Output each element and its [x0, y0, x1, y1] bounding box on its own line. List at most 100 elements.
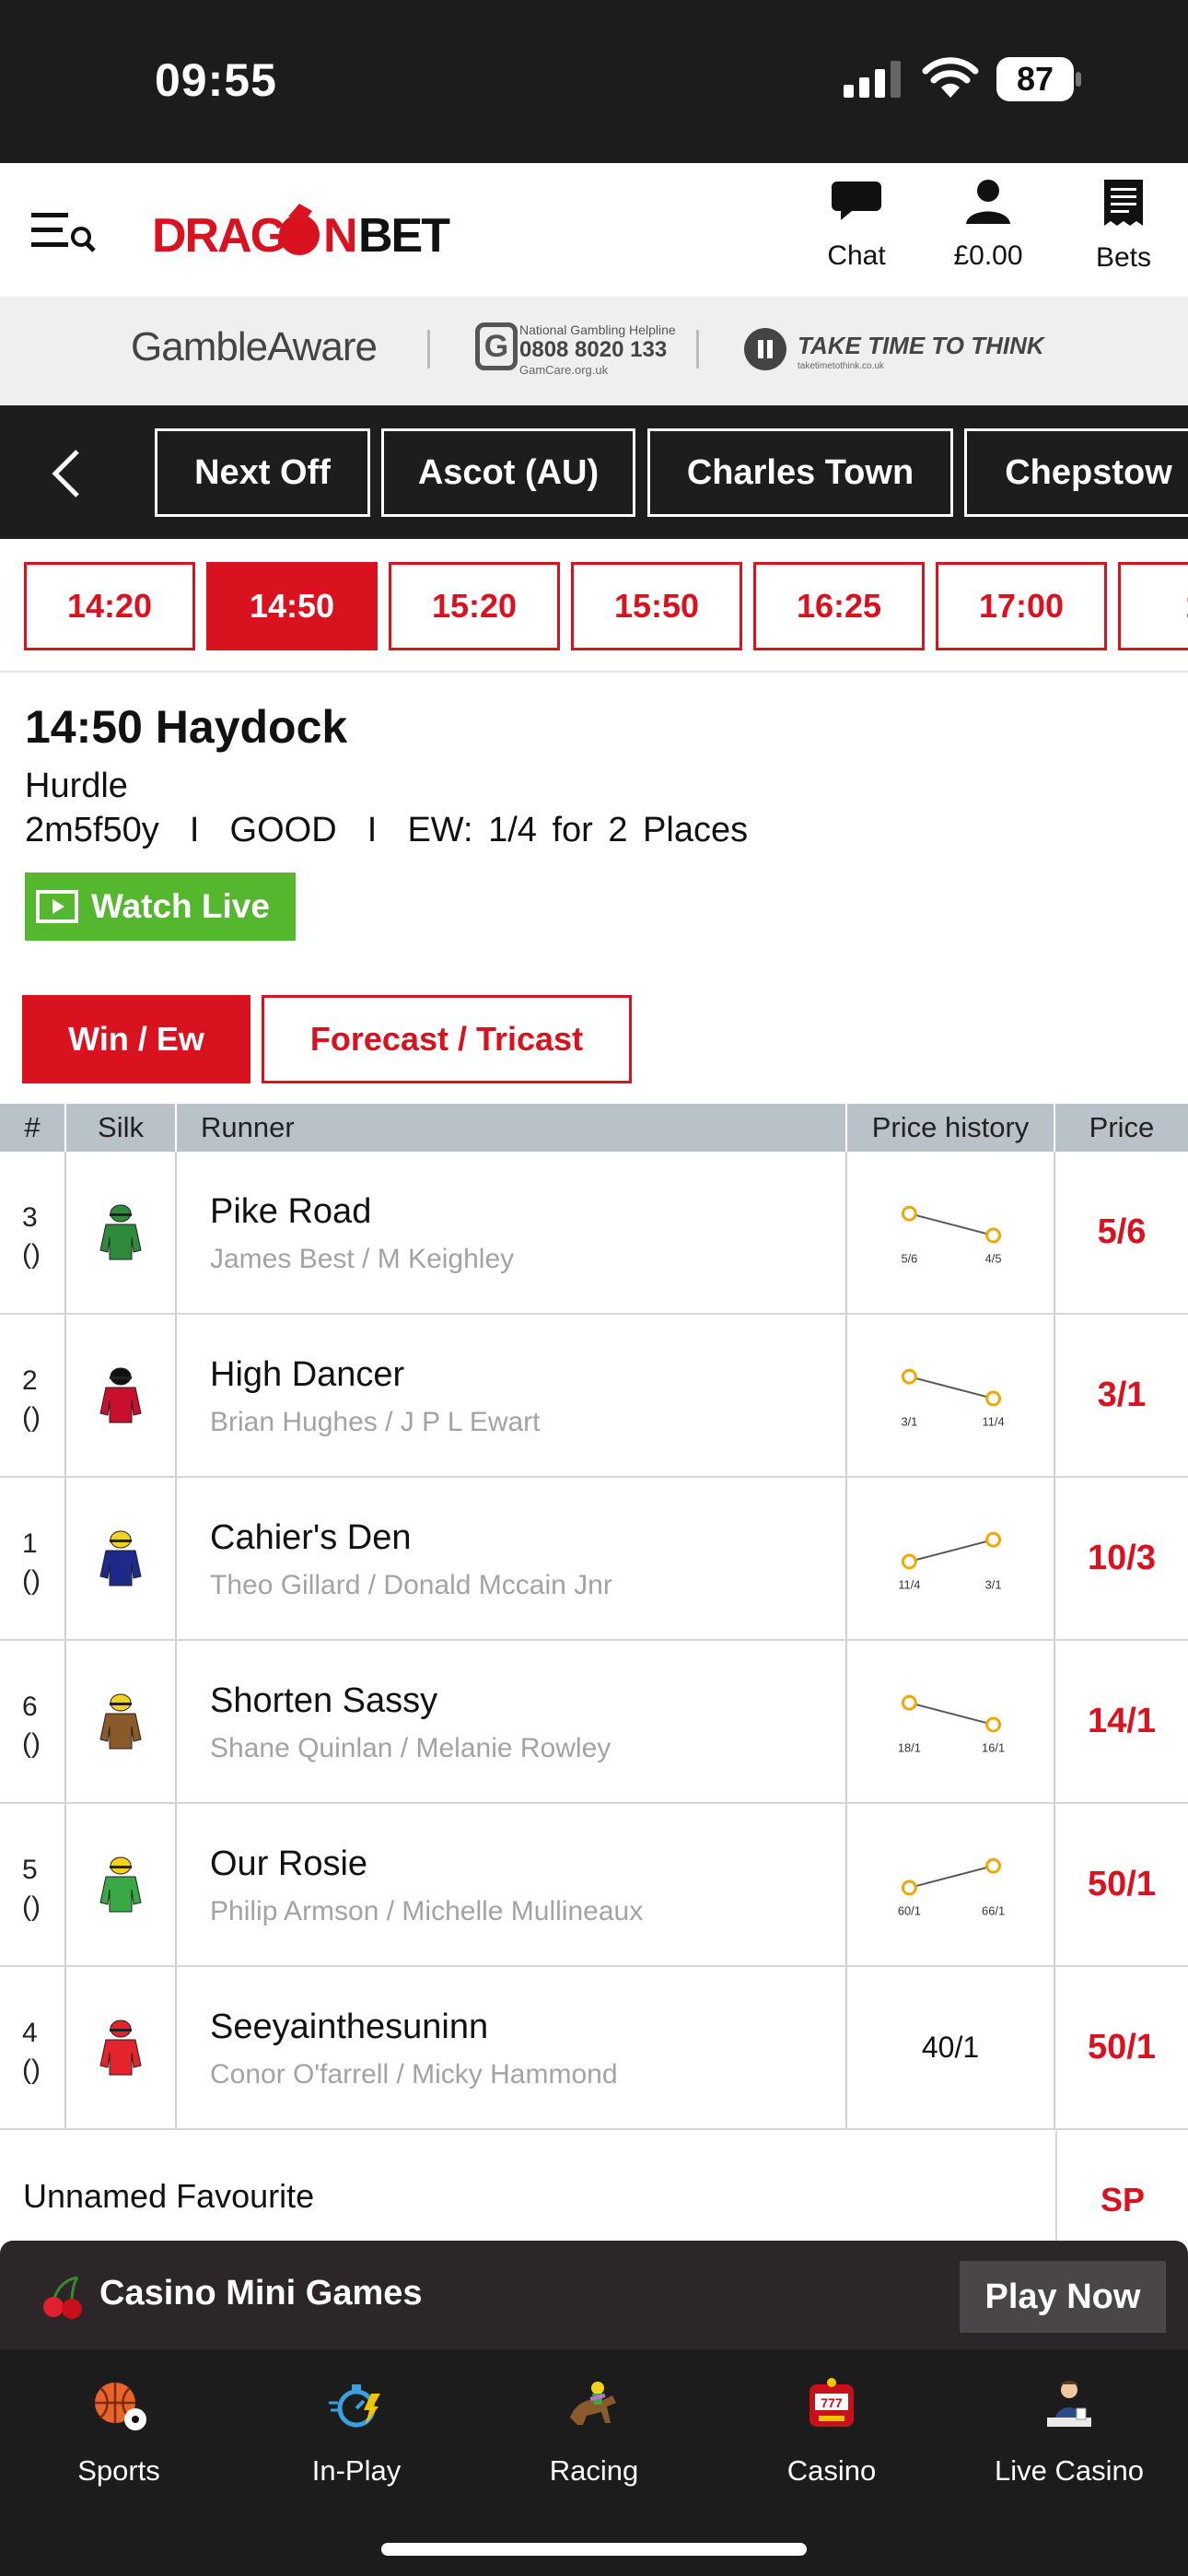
cherries-icon: [43, 2276, 82, 2319]
col-num: #: [0, 1104, 66, 1152]
table-row[interactable]: 6 () Shorten Sassy Shane Quinlan / Melanie …: [0, 1641, 1188, 1804]
time-tab[interactable]: 16:25: [753, 562, 925, 650]
price-button[interactable]: 14/1: [1055, 1641, 1188, 1802]
runner-draw: (): [22, 1565, 41, 1596]
ttt-site: taketimetothink.co.uk: [798, 361, 884, 371]
chat-button[interactable]: Chat: [810, 178, 903, 272]
runner-number: 1: [22, 1528, 38, 1559]
menu-search-icon[interactable]: [31, 209, 99, 253]
unnamed-favourite-label: Unnamed Favourite: [23, 2177, 315, 2215]
venue-tab-next-off[interactable]: Next Off: [155, 428, 370, 517]
responsible-gambling-banner: GambleAware G National Gambling Helpline…: [0, 297, 1188, 405]
runner-draw: (): [22, 1239, 41, 1270]
silk-cell: [66, 1315, 177, 1476]
price-history-cell: 11/4 3/1: [847, 1478, 1055, 1639]
home-indicator: [381, 2543, 807, 2556]
jockey-trainer: James Best / M Keighley: [210, 1244, 515, 1274]
slot-machine-icon: 777: [809, 2378, 854, 2427]
table-header: # Silk Runner Price history Price: [0, 1104, 1188, 1152]
time-tab[interactable]: 14:20: [24, 562, 195, 650]
history-to-label: 4/5: [985, 1252, 1002, 1266]
history-point-start: [901, 1553, 917, 1570]
runner-name[interactable]: High Dancer: [210, 1355, 404, 1395]
jockey-trainer: Shane Quinlan / Melanie Rowley: [210, 1733, 611, 1763]
race-details: 2m5f50y I GOOD I EW: 1/4 for 2 Places: [25, 811, 749, 849]
runner-name[interactable]: Our Rosie: [210, 1844, 367, 1884]
price-button[interactable]: 10/3: [1055, 1478, 1188, 1639]
account-button[interactable]: £0.00: [939, 178, 1037, 272]
balance-label: £0.00: [953, 240, 1023, 271]
play-now-button[interactable]: Play Now: [960, 2261, 1166, 2333]
signal-icon: [844, 61, 901, 98]
race-type: Hurdle: [25, 767, 128, 805]
bets-label: Bets: [1095, 242, 1152, 273]
nav-racing[interactable]: Racing: [475, 2368, 713, 2488]
runner-draw: (): [22, 2055, 41, 2085]
watch-live-button[interactable]: Watch Live: [25, 872, 296, 941]
time-tab[interactable]: 17:00: [936, 562, 1107, 650]
tab-win-ew[interactable]: Win / Ew: [22, 995, 250, 1083]
nav-live-casino[interactable]: Live Casino: [950, 2368, 1188, 2488]
price-button[interactable]: 50/1: [1055, 1967, 1188, 2128]
price-button[interactable]: 50/1: [1055, 1804, 1188, 1965]
table-row[interactable]: 2 () High Dancer Brian Hughes / J P L Ewart…: [0, 1315, 1188, 1478]
history-from-label: 3/1: [901, 1415, 917, 1429]
history-from-label: 11/4: [898, 1578, 920, 1592]
price-history-cell: 60/1 66/1: [847, 1804, 1055, 1965]
price-history-cell: 18/1 16/1: [847, 1641, 1055, 1802]
price-history-chart: 60/1 66/1: [898, 1857, 1005, 1918]
runner-cell: Shorten Sassy Shane Quinlan / Melanie Row…: [177, 1641, 847, 1802]
watch-live-label: Watch Live: [91, 887, 270, 925]
tab-forecast-tricast[interactable]: Forecast / Tricast: [262, 995, 632, 1083]
history-to-label: 11/4: [983, 1415, 1005, 1429]
price-history-chart: 3/1 11/4: [901, 1368, 1005, 1429]
time-tab[interactable]: 15:20: [389, 562, 560, 650]
runner-name[interactable]: Cahier's Den: [210, 1518, 411, 1558]
runner-number-cell: 2 (): [0, 1315, 66, 1476]
take-time-to-think-logo[interactable]: TAKE TIME TO THINK: [798, 332, 1044, 360]
price-button[interactable]: 3/1: [1055, 1315, 1188, 1476]
time-tab[interactable]: 15:50: [571, 562, 742, 650]
runner-name[interactable]: Seeyainthesuninn: [210, 2008, 488, 2047]
venue-tab-charles-town[interactable]: Charles Town: [647, 428, 953, 517]
silk-cell: [66, 1967, 177, 2128]
col-price: Price: [1089, 1111, 1155, 1143]
table-row[interactable]: 3 () Pike Road James Best / M Keighley 5/6 4/…: [0, 1152, 1188, 1315]
jockey-silk-icon: [99, 1856, 142, 1912]
history-point-end: [985, 1716, 1002, 1733]
venue-tab-ascot[interactable]: Ascot (AU): [381, 428, 635, 517]
runner-name[interactable]: Shorten Sassy: [210, 1681, 437, 1721]
table-row[interactable]: 4 () Seeyainthesuninn Conor O'farrell / Mic…: [0, 1967, 1188, 2130]
helpline-site: GamCare.org.uk: [519, 363, 609, 377]
dragonbet-logo[interactable]: DRAG N BET: [152, 198, 456, 263]
runner-number-cell: 1 (): [0, 1478, 66, 1639]
table-row[interactable]: 1 () Cahier's Den Theo Gillard / Donald Mcc…: [0, 1478, 1188, 1641]
nav-casino[interactable]: 777 Casino: [713, 2368, 950, 2488]
unnamed-favourite-price[interactable]: SP: [1055, 2131, 1188, 2242]
nav-sports-label: Sports: [77, 2454, 160, 2487]
nav-in-play[interactable]: In-Play: [238, 2368, 475, 2488]
time-tab-active[interactable]: 14:50: [206, 562, 378, 650]
venue-tab-chepstow[interactable]: Chepstow: [964, 428, 1188, 517]
runner-draw: (): [22, 1728, 41, 1759]
jockey-silk-icon: [99, 2020, 142, 2075]
svg-text:DRAG: DRAG: [152, 209, 285, 263]
history-point-end: [985, 1531, 1002, 1548]
time-tab[interactable]: 17: [1118, 562, 1188, 650]
runner-cell: High Dancer Brian Hughes / J P L Ewart: [177, 1315, 847, 1476]
back-chevron-icon[interactable]: [48, 448, 85, 499]
history-from-label: 18/1: [898, 1741, 921, 1755]
app-header: DRAG N BET Chat £0.00 Bets: [0, 163, 1188, 297]
gambleaware-logo[interactable]: GambleAware: [131, 324, 378, 370]
price-button[interactable]: 5/6: [1055, 1152, 1188, 1313]
runner-name[interactable]: Pike Road: [210, 1192, 371, 1232]
jockey-silk-icon: [99, 1204, 142, 1259]
runner-draw: (): [22, 1402, 41, 1433]
runner-cell: Seeyainthesuninn Conor O'farrell / Micky …: [177, 1967, 847, 2128]
helpline-number[interactable]: 0808 8020 133: [519, 337, 667, 363]
col-silk: Silk: [66, 1104, 177, 1152]
bets-button[interactable]: Bets: [1077, 178, 1170, 274]
nav-sports[interactable]: Sports: [0, 2368, 238, 2488]
table-row[interactable]: 5 () Our Rosie Philip Armson / Michelle Mul…: [0, 1804, 1188, 1967]
history-from-label: 60/1: [898, 1904, 921, 1918]
